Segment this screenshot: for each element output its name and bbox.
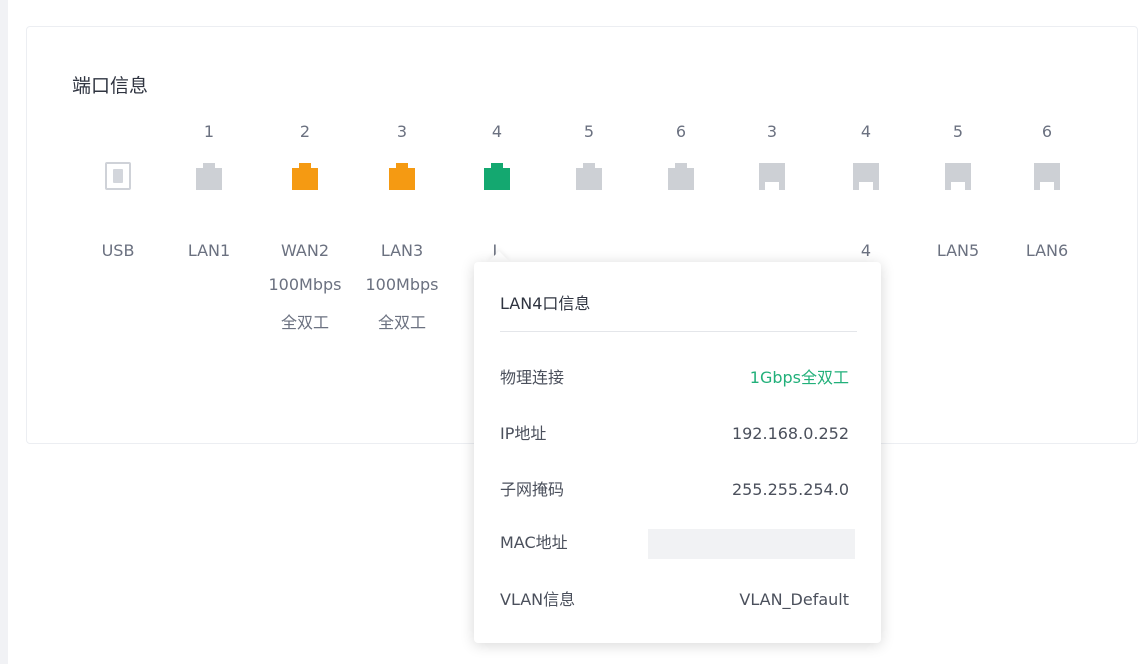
tooltip-row-value: 1Gbps全双工: [749, 368, 849, 387]
ethernet-port-icon: [161, 158, 257, 194]
port-number: 1: [203, 122, 215, 141]
tooltip-row-label: 子网掩码: [500, 480, 565, 499]
port-lan1[interactable]: 1 LAN1: [161, 120, 257, 335]
tooltip-row: MAC地址: [500, 528, 855, 559]
tooltip-row: VLAN信息 VLAN_Default: [500, 585, 849, 615]
ethernet-port-icon: [449, 158, 545, 194]
port-name: LAN6: [1025, 241, 1069, 260]
port-number: 4: [860, 122, 872, 141]
port-name: USB: [101, 241, 135, 260]
port-duplex: [70, 311, 166, 335]
port-number: 5: [583, 122, 595, 141]
tooltip-row-value: 192.168.0.252: [731, 424, 849, 443]
port-tooltip: LAN4口信息 物理连接 1Gbps全双工 IP地址 192.168.0.252 子网掩…: [474, 262, 881, 643]
port-number: 3: [766, 122, 778, 141]
card-title: 端口信息: [72, 75, 149, 97]
port-number: 3: [396, 122, 408, 141]
tooltip-title: LAN4口信息: [500, 294, 591, 313]
ethernet-port-icon: [257, 158, 353, 194]
port-name: WAN2: [280, 241, 330, 260]
port-speed: [910, 273, 1006, 297]
port-name: LAN1: [187, 241, 231, 260]
port-name: [541, 239, 637, 263]
tooltip-row-label: VLAN信息: [500, 590, 576, 609]
port-speed: 100Mbps: [268, 275, 342, 294]
tooltip-row-value: VLAN_Default: [739, 590, 849, 609]
tooltip-row-value: 255.255.254.0: [731, 480, 849, 499]
tooltip-row-label: IP地址: [500, 424, 547, 443]
sfp-port-icon: [910, 158, 1006, 194]
tooltip-row: 物理连接 1Gbps全双工: [500, 363, 849, 393]
tooltip-row-label: MAC地址: [500, 533, 568, 552]
ethernet-port-icon: [354, 158, 450, 194]
port-number: 6: [1041, 122, 1053, 141]
sfp-port-icon: [818, 158, 914, 194]
port-number: [70, 120, 166, 144]
port-lan3[interactable]: 3 LAN3 100Mbps 全双工: [354, 120, 450, 335]
port-name: LAN3: [380, 241, 424, 260]
port-duplex: [910, 311, 1006, 335]
port-lan6[interactable]: 6 LAN6: [999, 120, 1095, 335]
port-name: [633, 239, 729, 263]
port-speed: [999, 273, 1095, 297]
port-number: 4: [491, 122, 503, 141]
port-speed: [161, 273, 257, 297]
tooltip-divider: [500, 331, 857, 332]
usb-port-icon: [70, 158, 166, 194]
port-name: LAN5: [936, 241, 980, 260]
port-speed: [70, 273, 166, 297]
sfp-port-icon: [999, 158, 1095, 194]
tooltip-row: IP地址 192.168.0.252: [500, 419, 849, 449]
port-speed: 100Mbps: [365, 275, 439, 294]
port-number: 6: [675, 122, 687, 141]
tooltip-row: 子网掩码 255.255.254.0: [500, 475, 849, 505]
port-duplex: [999, 311, 1095, 335]
ethernet-port-icon: [633, 158, 729, 194]
port-duplex: 全双工: [377, 313, 426, 332]
port-number: 2: [299, 122, 311, 141]
port-wan2[interactable]: 2 WAN2 100Mbps 全双工: [257, 120, 353, 335]
port-duplex: [161, 311, 257, 335]
port-duplex: 全双工: [280, 313, 329, 332]
tooltip-row-label: 物理连接: [500, 368, 565, 387]
tooltip-arrow: [488, 251, 510, 262]
ethernet-port-icon: [541, 158, 637, 194]
port-name: 4: [860, 241, 872, 260]
port-name: [724, 239, 820, 263]
port-lan5[interactable]: 5 LAN5: [910, 120, 1006, 335]
mac-address-redacted: [648, 529, 855, 559]
sfp-port-icon: [724, 158, 820, 194]
port-usb[interactable]: USB: [70, 120, 166, 335]
port-number: 5: [952, 122, 964, 141]
